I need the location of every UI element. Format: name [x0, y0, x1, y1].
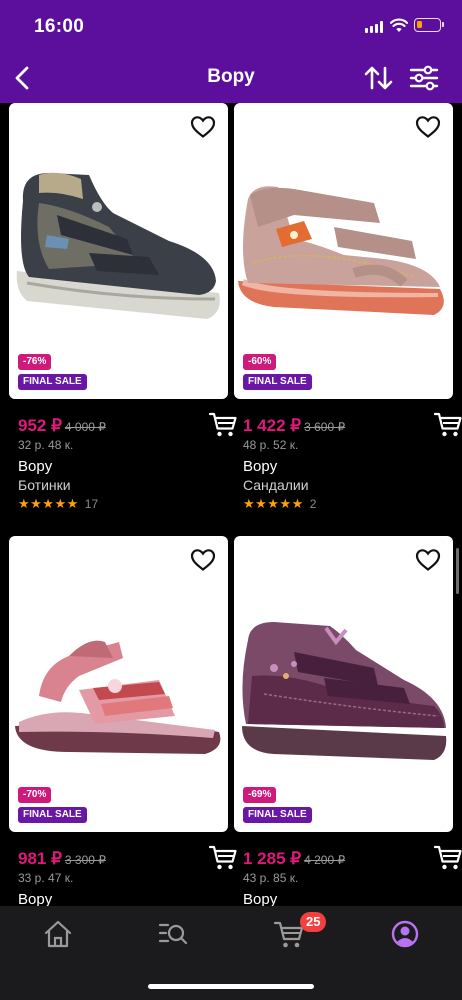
- scroll-indicator[interactable]: [456, 548, 459, 594]
- final-sale-badge: FINAL SALE: [243, 374, 312, 390]
- installment-price: 32 р. 48 к.: [18, 438, 74, 452]
- favorite-heart-icon[interactable]: [190, 548, 216, 572]
- review-count: 2: [309, 497, 317, 511]
- review-count: 17: [84, 497, 99, 511]
- favorite-heart-icon[interactable]: [190, 115, 216, 139]
- add-to-cart-icon[interactable]: [209, 845, 237, 871]
- installment-price: 48 р. 52 к.: [243, 438, 299, 452]
- product-brand: Bopy: [18, 458, 53, 475]
- current-price: 1 285 ₽: [243, 849, 302, 868]
- signal-icon: [365, 21, 383, 33]
- favorite-heart-icon[interactable]: [415, 115, 441, 139]
- product-category: Ботинки: [18, 477, 71, 493]
- status-time: 16:00: [34, 16, 85, 37]
- current-price: 981 ₽: [18, 849, 62, 868]
- home-indicator[interactable]: [148, 984, 314, 989]
- rating: ★★★★★ 17: [18, 496, 98, 512]
- battery-icon: [414, 18, 444, 32]
- status-bar: 16:00: [0, 0, 462, 52]
- add-to-cart-icon[interactable]: [434, 412, 462, 438]
- old-price: 3 600 ₽: [304, 420, 346, 434]
- favorite-heart-icon[interactable]: [415, 548, 441, 572]
- rating-stars: ★★★★★: [18, 496, 79, 511]
- add-to-cart-icon[interactable]: [434, 845, 462, 871]
- old-price: 4 200 ₽: [304, 853, 346, 867]
- product-card[interactable]: -70% FINAL SALE: [9, 536, 228, 832]
- tab-profile-icon[interactable]: [389, 918, 421, 950]
- price-row: 981 ₽3 300 ₽: [18, 849, 106, 869]
- discount-badge: -76%: [18, 354, 52, 370]
- wifi-icon: [390, 18, 408, 32]
- installment-price: 43 р. 85 к.: [243, 871, 299, 885]
- product-image-boot: [242, 622, 447, 760]
- old-price: 3 300 ₽: [64, 853, 106, 867]
- add-to-cart-icon[interactable]: [209, 412, 237, 438]
- rating-stars: ★★★★★: [243, 496, 304, 511]
- navigation-bar: Bopy: [0, 52, 462, 103]
- discount-badge: -69%: [243, 787, 277, 803]
- product-image-boot: [16, 172, 220, 319]
- final-sale-badge: FINAL SALE: [18, 374, 87, 390]
- product-card[interactable]: -76% FINAL SALE: [9, 103, 228, 399]
- product-image-sandal: [15, 640, 221, 754]
- current-price: 952 ₽: [18, 416, 62, 435]
- old-price: 4 000 ₽: [64, 420, 106, 434]
- price-row: 1 422 ₽3 600 ₽: [243, 416, 345, 436]
- product-brand: Bopy: [243, 458, 278, 475]
- final-sale-badge: FINAL SALE: [18, 807, 87, 823]
- app-header: 16:00 Bopy: [0, 0, 462, 103]
- sort-icon[interactable]: [362, 64, 396, 92]
- product-category: Сандалии: [243, 477, 309, 493]
- product-card[interactable]: -69% FINAL SALE: [234, 536, 453, 832]
- product-image-sandal: [238, 186, 444, 315]
- tab-search-icon[interactable]: [157, 918, 189, 950]
- filter-icon[interactable]: [408, 64, 440, 92]
- final-sale-badge: FINAL SALE: [243, 807, 312, 823]
- discount-badge: -70%: [18, 787, 52, 803]
- discount-badge: -60%: [243, 354, 277, 370]
- price-row: 952 ₽4 000 ₽: [18, 416, 106, 436]
- product-card[interactable]: -60% FINAL SALE: [234, 103, 453, 399]
- installment-price: 33 р. 47 к.: [18, 871, 74, 885]
- tab-home-icon[interactable]: [42, 918, 74, 950]
- cart-count-badge: 25: [300, 912, 327, 932]
- current-price: 1 422 ₽: [243, 416, 302, 435]
- price-row: 1 285 ₽4 200 ₽: [243, 849, 345, 869]
- rating: ★★★★★ 2: [243, 496, 316, 512]
